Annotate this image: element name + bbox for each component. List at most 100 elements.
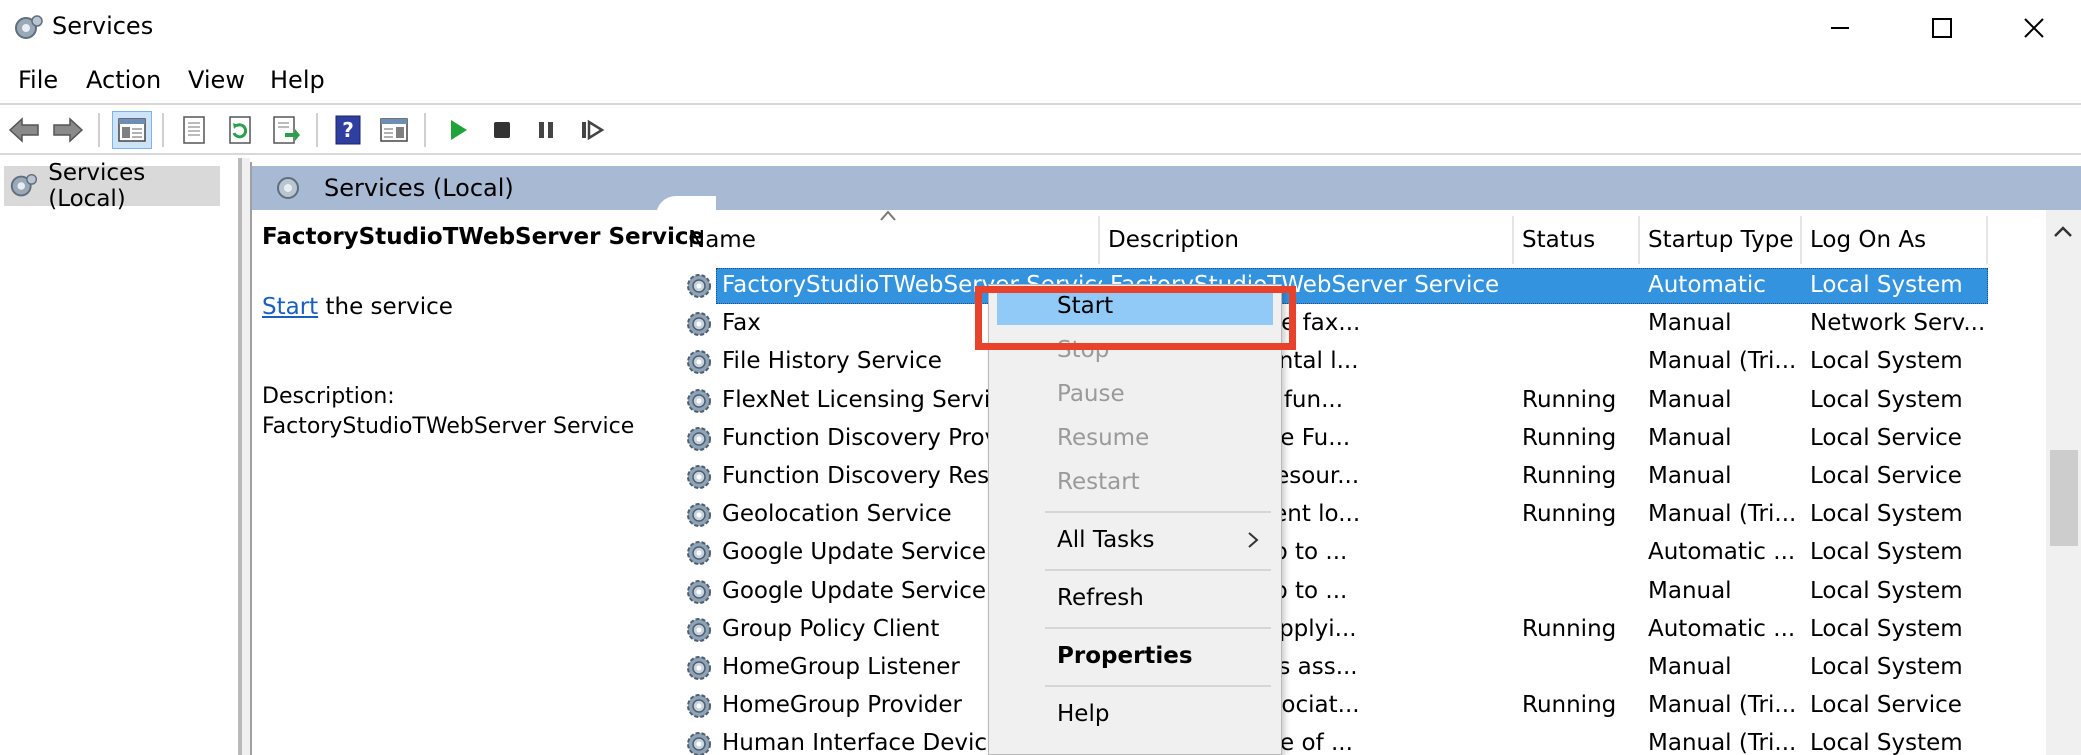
show-action-pane-button[interactable]	[374, 111, 414, 149]
column-header-label: Status	[1522, 227, 1596, 253]
context-menu-all-tasks[interactable]: All Tasks	[989, 519, 1281, 561]
pane-header-label: Services (Local)	[324, 174, 514, 202]
cell-startup-type: Manual (Tri...	[1648, 692, 1797, 719]
scrollbar-thumb[interactable]	[2050, 450, 2078, 546]
menu-item-label: Help	[1057, 701, 1110, 727]
service-gear-icon	[687, 426, 711, 451]
menu-item-label: Properties	[1057, 643, 1193, 669]
table-row[interactable]: Human Interface Device Saintains the use…	[680, 726, 1990, 755]
pause-service-icon	[539, 122, 553, 138]
table-row[interactable]: FlexNet Licensing Serviceorms licensing …	[680, 383, 1990, 421]
menu-separator	[1045, 685, 1271, 687]
cell-log-on-as: Local Service	[1810, 463, 1962, 489]
cell-startup-type: Manual (Tri...	[1648, 348, 1797, 375]
menu-item-label: Restart	[1057, 469, 1140, 495]
context-menu-refresh[interactable]: Refresh	[989, 577, 1281, 619]
cell-log-on-as: Local System	[1810, 348, 1963, 375]
properties-button[interactable]	[174, 111, 214, 149]
show-console-tree-button[interactable]	[112, 111, 152, 149]
table-row[interactable]: File History Servicees from accidental l…	[680, 344, 1990, 382]
cell-log-on-as: Local System	[1810, 539, 1963, 566]
column-header-label: Name	[688, 227, 756, 253]
menu-help[interactable]: Help	[270, 66, 325, 94]
vertical-scrollbar[interactable]	[2046, 210, 2081, 755]
service-gear-icon	[687, 350, 711, 375]
window-title: Services	[52, 12, 154, 40]
svg-text:?: ?	[342, 118, 354, 142]
column-header-label: Description	[1108, 227, 1239, 253]
column-header-log-on-as[interactable]: Log On As	[1802, 216, 1988, 264]
table-row[interactable]: FactoryStudioTWebServer Service FactorySt…	[680, 268, 1990, 306]
cell-status: Running	[1522, 501, 1617, 528]
start-service-icon	[451, 120, 467, 140]
column-header-name[interactable]: Name	[680, 210, 1100, 264]
menu-separator	[1045, 511, 1271, 513]
services-gear-icon	[15, 15, 43, 39]
selected-service-name: FactoryStudioTWebServer Service	[262, 224, 705, 250]
console-tree: Services (Local)	[0, 158, 242, 755]
export-list-icon	[273, 116, 300, 144]
context-menu-help[interactable]: Help	[989, 693, 1281, 735]
context-menu-restart[interactable]: Restart	[989, 461, 1281, 503]
export-list-button[interactable]	[266, 111, 306, 149]
cell-log-on-as: Local System	[1810, 272, 1963, 298]
table-row[interactable]: Faxend and receive fax...ManualNetwork S…	[680, 306, 1990, 344]
column-header-description[interactable]: Description	[1100, 216, 1514, 264]
cell-status: Running	[1522, 463, 1617, 489]
column-header-label: Log On As	[1810, 227, 1927, 253]
minimize-button[interactable]	[1794, 0, 1886, 56]
close-button[interactable]	[1988, 0, 2080, 56]
back-button[interactable]	[4, 111, 44, 149]
context-menu-pause[interactable]: Pause	[989, 373, 1281, 415]
service-gear-icon	[687, 579, 711, 604]
start-service-link[interactable]: Start	[262, 294, 318, 320]
forward-button[interactable]	[48, 111, 88, 149]
table-row[interactable]: HomeGroup Providerrking tasks associat..…	[680, 688, 1990, 726]
context-menu: Start Stop Pause Resume Restart All Task…	[988, 284, 1282, 755]
tree-item-services-local[interactable]: Services (Local)	[4, 160, 220, 212]
cell-log-on-as: Local System	[1810, 615, 1963, 642]
scroll-up-icon[interactable]	[2052, 224, 2074, 240]
sort-ascending-icon	[880, 210, 896, 221]
table-row[interactable]: HomeGroup Listenernputer changes ass...M…	[680, 650, 1990, 688]
stop-service-button[interactable]	[482, 111, 522, 149]
help-icon: ?	[335, 115, 361, 145]
table-row[interactable]: Function Discovery Resouomputer and reso…	[680, 459, 1990, 497]
start-service-button[interactable]	[438, 111, 478, 149]
menu-file[interactable]: File	[18, 66, 58, 94]
column-header-startup-type[interactable]: Startup Type	[1640, 216, 1802, 264]
table-row[interactable]: Google Update Service (ggle software up …	[680, 574, 1990, 612]
cell-startup-type: Manual	[1648, 310, 1732, 337]
toolbar: ?	[0, 103, 2081, 155]
restart-service-button[interactable]	[572, 111, 612, 149]
forward-arrow-icon	[53, 117, 84, 143]
chevron-right-icon	[1248, 532, 1259, 548]
menu-view[interactable]: View	[188, 66, 245, 94]
service-gear-icon	[687, 617, 711, 642]
cell-log-on-as: Local System	[1810, 654, 1963, 680]
cell-status: Running	[1522, 615, 1617, 642]
menu-action[interactable]: Action	[86, 66, 161, 94]
maximize-button[interactable]	[1896, 0, 1988, 56]
context-menu-properties[interactable]: Properties	[989, 635, 1281, 677]
context-menu-resume[interactable]: Resume	[989, 417, 1281, 459]
help-button[interactable]: ?	[328, 111, 368, 149]
cell-log-on-as: Local System	[1810, 386, 1963, 413]
description-value: FactoryStudioTWebServer Service	[262, 414, 635, 439]
cell-log-on-as: Network Serv...	[1810, 310, 1986, 337]
title-bar: Services	[0, 0, 2081, 58]
table-row[interactable]: Geolocation Servicenitors the current lo…	[680, 497, 1990, 535]
start-highlight-annotation	[975, 286, 1296, 350]
service-gear-icon	[687, 503, 711, 528]
toolbar-separator	[98, 113, 100, 147]
table-row[interactable]: Google Update Service (ggle software up …	[680, 535, 1990, 573]
table-row[interactable]: Function Discovery Providervice hosts th…	[680, 421, 1990, 459]
table-row[interactable]: Group Policy Clientsponsible for applyi.…	[680, 612, 1990, 650]
pause-service-button[interactable]	[526, 111, 566, 149]
cell-startup-type: Manual	[1648, 424, 1732, 451]
pane-splitter[interactable]	[242, 158, 250, 755]
refresh-button[interactable]	[220, 111, 260, 149]
column-header-label: Startup Type	[1648, 227, 1794, 253]
service-gear-icon	[687, 388, 711, 413]
column-header-status[interactable]: Status	[1514, 216, 1640, 264]
